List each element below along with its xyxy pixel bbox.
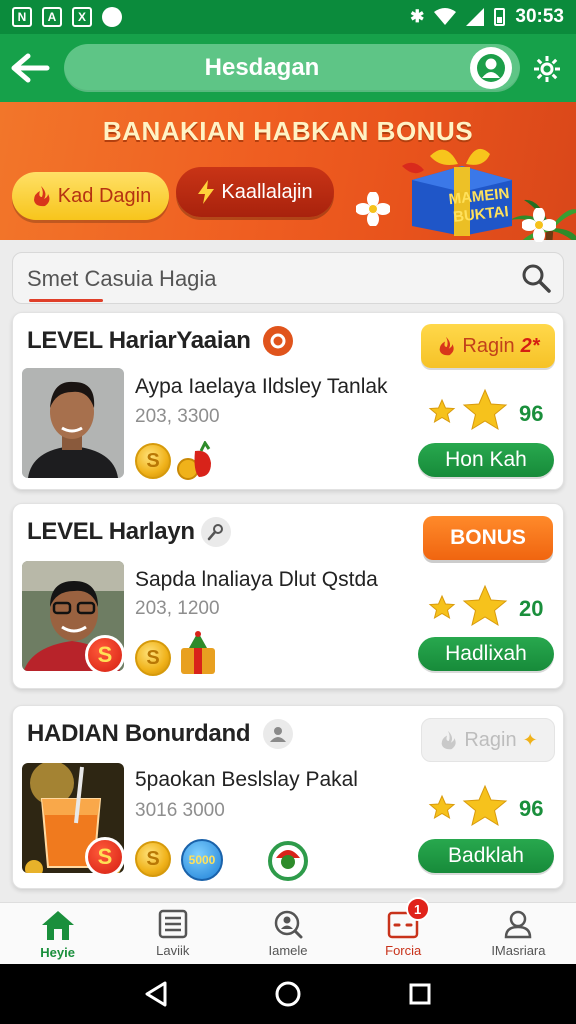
app-bar: Hesdagan bbox=[0, 34, 576, 102]
notification-x-icon: X bbox=[72, 7, 92, 27]
nav-item-search-person[interactable]: Iamele bbox=[230, 903, 345, 964]
card-number: 3016 3000 bbox=[135, 800, 225, 821]
flame-icon bbox=[441, 730, 456, 750]
title-pill: Hesdagan bbox=[64, 44, 520, 92]
notification-dot-icon bbox=[102, 7, 122, 27]
gift-bag-icon bbox=[177, 630, 219, 676]
search-field[interactable]: Smet Casuia Hagia bbox=[12, 252, 564, 304]
flower-icon bbox=[356, 192, 390, 226]
search-person-icon bbox=[274, 910, 303, 939]
bluetooth-icon: ✱ bbox=[410, 7, 425, 26]
kaallalajin-label: Kaallalajin bbox=[221, 180, 313, 203]
rating-stars-icon bbox=[428, 388, 508, 431]
coin-icon: S bbox=[135, 640, 171, 676]
rating-value: 96 bbox=[519, 796, 544, 821]
flame-icon bbox=[33, 186, 50, 207]
ragin-badge: 2* bbox=[520, 334, 540, 357]
kad-dagin-button[interactable]: Kad Dagin bbox=[12, 172, 169, 220]
card-description: Aypa Iaelaya Ildsley Tanlak bbox=[135, 375, 388, 398]
hadlixah-button[interactable]: Hadlixah bbox=[418, 637, 554, 671]
card-number: 203, 1200 bbox=[135, 598, 220, 619]
kaallalajin-button[interactable]: Kaallalajin bbox=[176, 167, 334, 217]
red-coin-icon: S bbox=[85, 635, 125, 675]
lightning-icon bbox=[198, 180, 215, 204]
profile-photo bbox=[22, 368, 124, 478]
search-icon[interactable] bbox=[521, 263, 551, 293]
user-icon bbox=[263, 719, 293, 749]
nav-item-list[interactable]: Laviik bbox=[115, 903, 230, 964]
card-title: HADIAN Bonurdand bbox=[27, 720, 251, 747]
notification-badge: 1 bbox=[405, 897, 430, 921]
flame-icon bbox=[440, 336, 455, 356]
home-icon bbox=[41, 911, 74, 940]
back-arrow-icon bbox=[11, 53, 50, 83]
system-navigation-bar bbox=[0, 964, 576, 1024]
list-icon bbox=[158, 909, 188, 939]
rating-stars-icon bbox=[428, 784, 508, 827]
target-icon bbox=[263, 326, 293, 356]
search-key-icon bbox=[201, 517, 231, 547]
search-underline bbox=[29, 299, 103, 302]
profile-avatar-button[interactable] bbox=[470, 47, 512, 89]
ragin-button-disabled[interactable]: Ragin ✦ bbox=[421, 718, 555, 762]
battery-icon bbox=[494, 8, 506, 26]
bottom-navigation: Heyie Laviik Iamele 1 Forcia IMasriara bbox=[0, 897, 576, 964]
app-screen: N A X ✱ 30:53 Hesdagan BANAKIAN HABKAN B… bbox=[0, 0, 576, 1024]
coin-fruit-icon bbox=[175, 440, 217, 481]
notification-n-icon: N bbox=[12, 7, 32, 27]
nav-item-home[interactable]: Heyie bbox=[0, 903, 115, 964]
system-home-button[interactable] bbox=[268, 974, 308, 1014]
system-back-button[interactable] bbox=[136, 974, 176, 1014]
coin-icon: S bbox=[135, 443, 171, 479]
back-button[interactable] bbox=[8, 46, 52, 90]
status-time: 30:53 bbox=[515, 6, 564, 27]
rating-stars-icon bbox=[428, 584, 508, 627]
card-title: LEVEL Harlayn bbox=[27, 518, 195, 545]
rating-value: 20 bbox=[519, 596, 544, 621]
reward-card-3[interactable]: HADIAN Bonurdand Ragin ✦ S 5paokan Besls… bbox=[12, 705, 564, 889]
status-bar: N A X ✱ 30:53 bbox=[0, 0, 576, 34]
system-recents-button[interactable] bbox=[400, 974, 440, 1014]
card-title: LEVEL HariarYaaian bbox=[27, 327, 251, 354]
triangle-back-icon bbox=[145, 981, 167, 1007]
nav-label-list: Laviik bbox=[156, 943, 190, 958]
circle-home-icon bbox=[275, 981, 301, 1007]
card-description: 5paokan Beslslay Pakal bbox=[135, 768, 358, 791]
profile-icon bbox=[505, 910, 532, 939]
nav-label-inbox: Forcia bbox=[385, 943, 422, 958]
nav-item-inbox[interactable]: 1 Forcia bbox=[346, 897, 461, 964]
nav-label-search-person: Iamele bbox=[268, 943, 308, 958]
ring-badge-icon bbox=[267, 840, 309, 882]
card-description: Sapda lnaliaya Dlut Qstda bbox=[135, 568, 378, 591]
reward-card-1[interactable]: LEVEL HariarYaaian Ragin 2* Aypa Iaelaya… bbox=[12, 312, 564, 490]
ragin-label: Ragin bbox=[462, 334, 515, 357]
gift-label: MAMEIN BUKTAI bbox=[446, 185, 513, 227]
rating-value: 96 bbox=[519, 401, 544, 426]
nav-item-profile[interactable]: IMasriara bbox=[461, 903, 576, 964]
reward-card-2[interactable]: LEVEL Harlayn BONUS S Sapda lnaliaya Dlu… bbox=[12, 503, 564, 689]
signal-icon bbox=[466, 8, 485, 26]
search-placeholder: Smet Casuia Hagia bbox=[27, 266, 217, 291]
badklah-button[interactable]: Badklah bbox=[418, 839, 554, 873]
page-title: Hesdagan bbox=[204, 54, 320, 81]
ragin-button[interactable]: Ragin 2* bbox=[421, 324, 555, 368]
flower-icon bbox=[522, 208, 556, 242]
square-recents-icon bbox=[409, 983, 431, 1005]
coin-icon: S bbox=[135, 841, 171, 877]
user-avatar-icon bbox=[477, 54, 505, 82]
nav-label-home: Heyie bbox=[40, 945, 75, 960]
settings-gear-icon[interactable] bbox=[532, 54, 562, 84]
ragin-label: Ragin bbox=[464, 728, 517, 751]
hon-kah-button[interactable]: Hon Kah bbox=[418, 443, 554, 477]
bonus-button[interactable]: BONUS bbox=[423, 516, 553, 560]
nav-label-profile: IMasriara bbox=[491, 943, 546, 958]
card-number: 203, 3300 bbox=[135, 406, 220, 427]
kad-dagin-label: Kad Dagin bbox=[57, 184, 152, 207]
blue-coin-icon: 5000 bbox=[181, 839, 223, 881]
red-coin-icon: S bbox=[85, 837, 125, 877]
wifi-icon bbox=[434, 8, 457, 25]
notification-a-icon: A bbox=[42, 7, 62, 27]
sparkle-icon: ✦ bbox=[522, 729, 538, 750]
